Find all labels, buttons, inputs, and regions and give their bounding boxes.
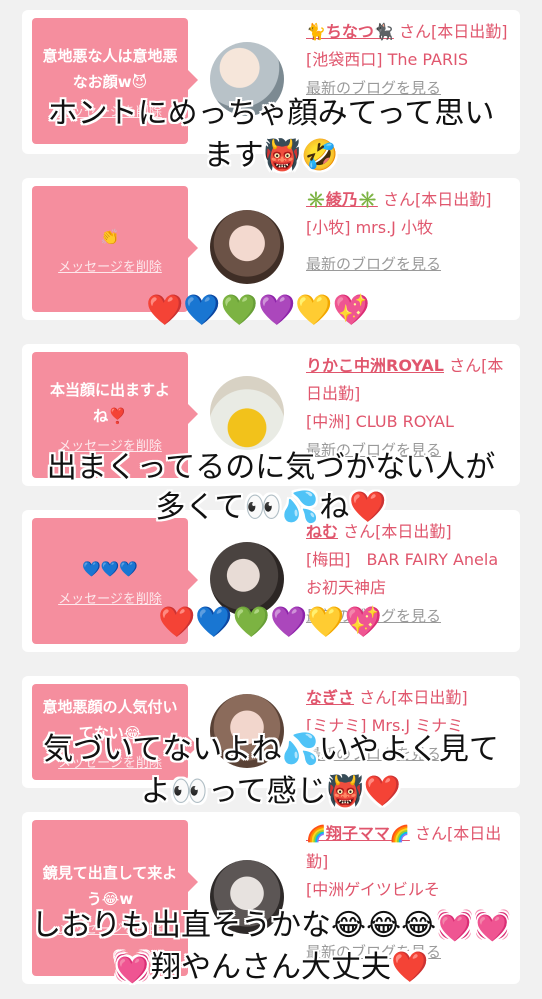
overlay-caption: 💓翔やんさん大丈夫❤️ — [113, 950, 429, 985]
sender-status: さん[本日出勤] — [359, 688, 468, 707]
hearts-emoji-row: ❤️💙💚💜💛💖 — [146, 293, 371, 328]
sender-shop: [小牧] mrs.J 小牧 — [306, 218, 433, 237]
overlay-caption: よ👀って感じ👹❤️ — [140, 774, 402, 809]
sender-name-link[interactable]: 🐈ちなつ🐈‍⬛ — [306, 22, 394, 41]
sender-shop: [池袋西口] The PARIS — [306, 50, 468, 69]
overlay-caption: ホントにめっちゃ顔みてって思い — [47, 96, 495, 131]
avatar[interactable] — [210, 210, 284, 284]
message-text: 鏡見て出直して来よう😂w — [42, 863, 178, 908]
sender-name-link[interactable]: 🌈翔子ママ🌈 — [306, 824, 410, 843]
sender-info: 🐈ちなつ🐈‍⬛ さん[本日出勤] [池袋西口] The PARIS 最新のブログ… — [306, 18, 512, 102]
sender-name-link[interactable]: なぎさ — [306, 688, 354, 707]
message-text: 👏 — [100, 227, 120, 246]
sender-info: ✳️綾乃✳️ さん[本日出勤] [小牧] mrs.J 小牧 最新のブログを見る — [306, 186, 512, 278]
message-text: 本当顔に出ますよね❣️ — [49, 380, 170, 425]
overlay-caption: 出まくってるのに気づかない人が — [46, 450, 496, 485]
sender-name-link[interactable]: ✳️綾乃✳️ — [306, 190, 378, 209]
overlay-caption: ます👹🤣 — [203, 138, 339, 173]
latest-blog-link[interactable]: 最新のブログを見る — [306, 250, 512, 278]
hearts-emoji-row: ❤️💙💚💜💛💖 — [158, 605, 383, 640]
overlay-caption: しおりも出直そうかな😂😂😂💓💓 — [31, 908, 511, 943]
sender-status: さん[本日出勤] — [398, 22, 508, 41]
delete-message-link[interactable]: メッセージを削除 — [58, 588, 162, 607]
sender-shop: [中洲] CLUB ROYAL — [306, 412, 454, 431]
sender-status: さん[本日出勤] — [382, 190, 492, 209]
sender-shop: [中洲ゲイツビルそ — [306, 880, 440, 899]
overlay-caption: 多くて👀💦ね❤️ — [155, 490, 387, 525]
delete-message-link[interactable]: メッセージを削除 — [58, 256, 162, 275]
overlay-caption: 気づいてないよね💦いやよく見て — [43, 732, 499, 767]
avatar[interactable] — [210, 376, 284, 450]
sender-name-link[interactable]: りかこ中洲ROYAL — [306, 356, 444, 375]
message-text: 💙💙💙 — [81, 559, 139, 578]
message-text: 意地悪な人は意地悪なお顔w😈 — [42, 46, 178, 91]
sender-shop: [梅田] BAR FAIRY Anela お初天神店 — [306, 550, 515, 597]
